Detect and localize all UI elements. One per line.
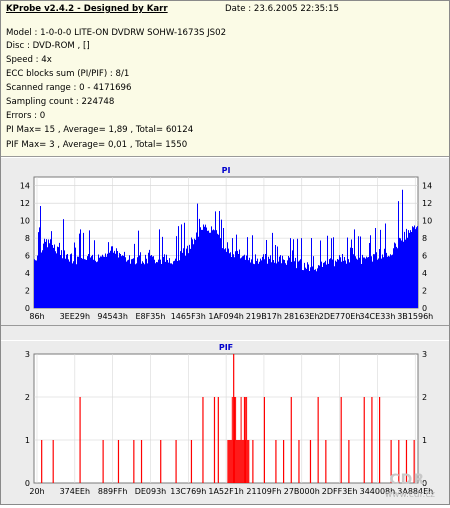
y-tick-label-left: 3	[25, 350, 30, 359]
y-tick-label-right: 3	[422, 350, 427, 359]
y-tick-label-left: 12	[20, 199, 30, 208]
x-tick-label: 1465F3h	[171, 312, 206, 321]
y-tick-label-right: 1	[422, 436, 427, 445]
y-tick-label-right: 14	[422, 182, 432, 191]
chart-title: PIF	[219, 343, 233, 352]
info-pif-summary: PIF Max= 3 , Average= 0,01 , Total= 1550	[6, 140, 188, 150]
y-tick-label-right: 6	[422, 252, 427, 261]
info-model: Model : 1-0-0-0 LITE-ON DVDRW SOHW-1673S…	[6, 28, 227, 38]
y-tick-label-right: 12	[422, 199, 432, 208]
x-tick-label: 889FFh	[98, 487, 128, 496]
y-tick-label-right: 2	[422, 393, 427, 402]
info-ecc: ECC blocks sum (PI/PIF) : 8/1	[6, 69, 130, 79]
kprobe-window: KProbe v2.4.2 - Designed by Karr Date : …	[0, 0, 450, 505]
info-range: Scanned range : 0 - 4171696	[6, 83, 132, 93]
chart-separator	[1, 326, 449, 340]
info-pi-summary: PI Max= 15 , Average= 1,89 , Total= 6012…	[6, 125, 194, 135]
x-tick-label: 3EE29h	[60, 312, 90, 321]
y-tick-label-left: 8	[25, 234, 30, 243]
y-tick-label-left: 2	[25, 393, 30, 402]
x-tick-label: 86h	[29, 312, 44, 321]
y-tick-label-right: 4	[422, 269, 427, 278]
info-disc: Disc : DVD-ROM , []	[6, 41, 90, 51]
y-tick-label-left: 4	[25, 269, 30, 278]
y-tick-label-right: 2	[422, 287, 427, 296]
x-tick-label: 2DE770Eh	[319, 312, 361, 321]
x-tick-label: 13C769h	[170, 487, 206, 496]
x-tick-label: 21109Fh	[246, 487, 281, 496]
x-tick-label: 27B000h	[284, 487, 320, 496]
scan-date: Date : 23.6.2005 22:35:15	[225, 4, 339, 14]
x-tick-label: 2DFF3Eh	[322, 487, 358, 496]
pif-chart-panel: PIF 0 0 1 1 2 2 3 3 20h 374EEh 889FFh DE093h 13C769h 1…	[1, 341, 449, 504]
info-errors: Errors : 0	[6, 111, 46, 121]
x-tick-label: 3B1596h	[397, 312, 433, 321]
pi-chart-panel: PI 0 0 2 2 4 4 6 6 8 8 10 10 12 12 14 14 86h 3EE29h 94543h E…	[1, 158, 449, 326]
scan-info-panel: KProbe v2.4.2 - Designed by Karr Date : …	[1, 1, 449, 157]
watermark-logo: CDR	[389, 472, 425, 488]
pif-chart: PIF0 01 12 23 320h 374EEh 889FFh DE093h 13C769h 1…	[25, 343, 433, 496]
y-tick-label-left: 10	[20, 217, 30, 226]
info-speed: Speed : 4x	[6, 55, 52, 65]
x-tick-label: 20h	[29, 487, 44, 496]
x-tick-label: 28163Eh	[284, 312, 320, 321]
app-title: KProbe v2.4.2 - Designed by Karr	[6, 4, 168, 14]
y-tick-label-left: 6	[25, 252, 30, 261]
y-tick-label-left: 2	[25, 287, 30, 296]
x-tick-label: 374EEh	[60, 487, 90, 496]
y-tick-label-right: 8	[422, 234, 427, 243]
info-sampling: Sampling count : 224748	[6, 97, 115, 107]
x-tick-label: 1AF094h	[208, 312, 244, 321]
x-tick-label: 1A52F1h	[208, 487, 244, 496]
x-tick-label: 34CE33h	[359, 312, 395, 321]
watermark-url: www.cdr.cz	[384, 490, 435, 500]
y-tick-label-left: 1	[25, 436, 30, 445]
x-tick-label: E8F35h	[135, 312, 165, 321]
y-tick-label-right: 10	[422, 217, 432, 226]
chart-title: PI	[222, 166, 231, 175]
pi-chart: PI0 02 24 46 68 810 1012 1214 1486h 3EE29h 94543h E…	[20, 166, 433, 321]
y-tick-label-left: 14	[20, 182, 30, 191]
x-tick-label: 219B17h	[246, 312, 282, 321]
x-tick-label: 94543h	[97, 312, 128, 321]
x-tick-label: DE093h	[135, 487, 167, 496]
